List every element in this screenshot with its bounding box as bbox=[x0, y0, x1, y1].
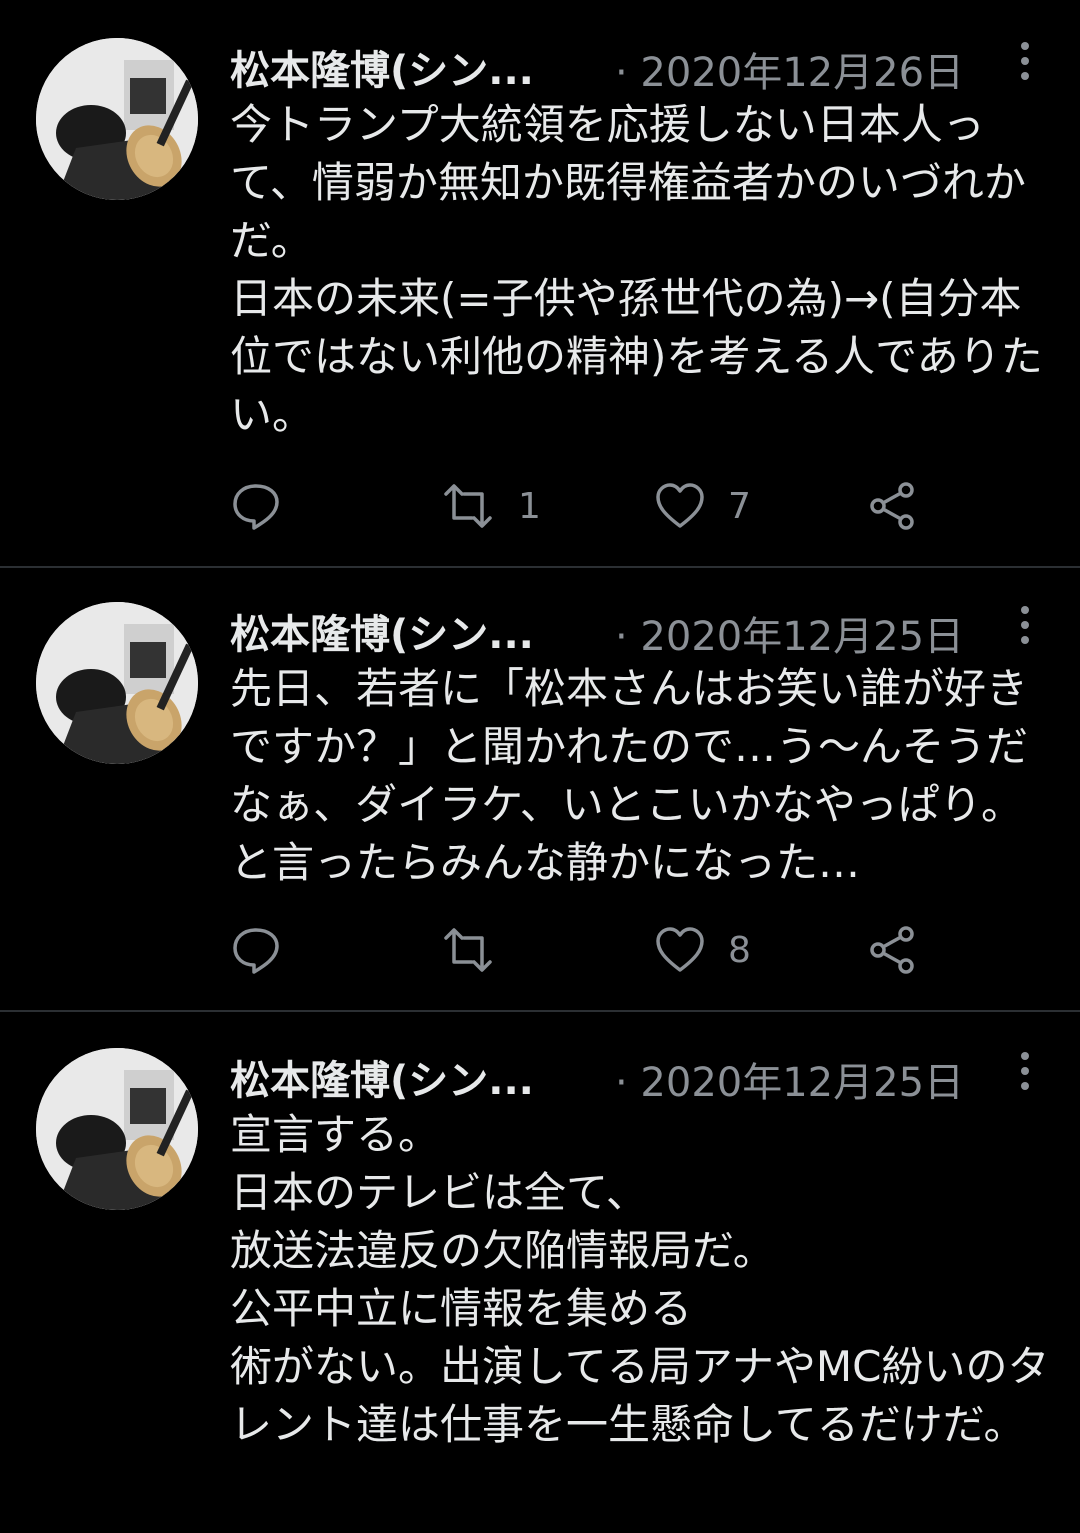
avatar-photo bbox=[36, 38, 198, 200]
share-icon bbox=[870, 482, 914, 530]
avatar-photo bbox=[36, 1048, 198, 1210]
tweet-text: 宣言する。 日本のテレビは全て、 放送法違反の欠陥情報局だ。 公平中立に情報を集… bbox=[230, 1110, 1050, 1449]
tweet-actions: 1 7 bbox=[230, 478, 950, 534]
share-icon bbox=[870, 926, 914, 974]
tweet[interactable]: 松本隆博(シン... · 2020年12月25日 先日、若者に「松本さんはお笑い… bbox=[0, 568, 1080, 1010]
reply-button[interactable] bbox=[230, 922, 282, 978]
author-name[interactable]: 松本隆博(シン... bbox=[230, 602, 560, 660]
tweet-text: 先日、若者に「松本さんはお笑い誰が好きですか？」と聞かれたので…う〜んそうだなぁ… bbox=[230, 664, 1029, 887]
retweet-icon bbox=[444, 484, 492, 528]
reply-icon bbox=[233, 484, 279, 530]
share-button[interactable] bbox=[866, 478, 918, 534]
tweet-date[interactable]: · 2020年12月25日 bbox=[615, 1050, 964, 1108]
author-name[interactable]: 松本隆博(シン... bbox=[230, 1048, 560, 1106]
like-count: 7 bbox=[728, 485, 751, 527]
author-name[interactable]: 松本隆博(シン... bbox=[230, 38, 560, 96]
retweet-count: 1 bbox=[518, 485, 541, 527]
like-button[interactable]: 8 bbox=[654, 922, 751, 978]
heart-icon bbox=[656, 483, 704, 528]
retweet-button[interactable] bbox=[440, 922, 518, 978]
more-options-icon[interactable] bbox=[1010, 602, 1040, 652]
tweet[interactable]: 松本隆博(シン... · 2020年12月25日 宣言する。 日本のテレビは全て… bbox=[0, 1012, 1080, 1533]
retweet-button[interactable]: 1 bbox=[440, 478, 541, 534]
like-button[interactable]: 7 bbox=[654, 478, 751, 534]
tweet-date[interactable]: · 2020年12月26日 bbox=[615, 40, 964, 98]
avatar[interactable] bbox=[36, 38, 198, 200]
avatar-photo bbox=[36, 602, 198, 764]
retweet-icon bbox=[444, 928, 492, 972]
more-options-icon[interactable] bbox=[1010, 1048, 1040, 1098]
share-button[interactable] bbox=[866, 922, 918, 978]
reply-button[interactable] bbox=[230, 478, 282, 534]
avatar[interactable] bbox=[36, 602, 198, 764]
tweet-actions: 8 bbox=[230, 922, 950, 978]
tweet-text: 今トランプ大統領を応援しない日本人って、情弱か無知か既得権益者かのいづれかだ。 … bbox=[230, 100, 1043, 439]
like-count: 8 bbox=[728, 929, 751, 971]
reply-icon bbox=[233, 928, 279, 974]
avatar[interactable] bbox=[36, 1048, 198, 1210]
tweet-date[interactable]: · 2020年12月25日 bbox=[615, 604, 964, 662]
heart-icon bbox=[656, 927, 704, 972]
more-options-icon[interactable] bbox=[1010, 38, 1040, 88]
tweet[interactable]: 松本隆博(シン... · 2020年12月26日 今トランプ大統領を応援しない日… bbox=[0, 0, 1080, 566]
